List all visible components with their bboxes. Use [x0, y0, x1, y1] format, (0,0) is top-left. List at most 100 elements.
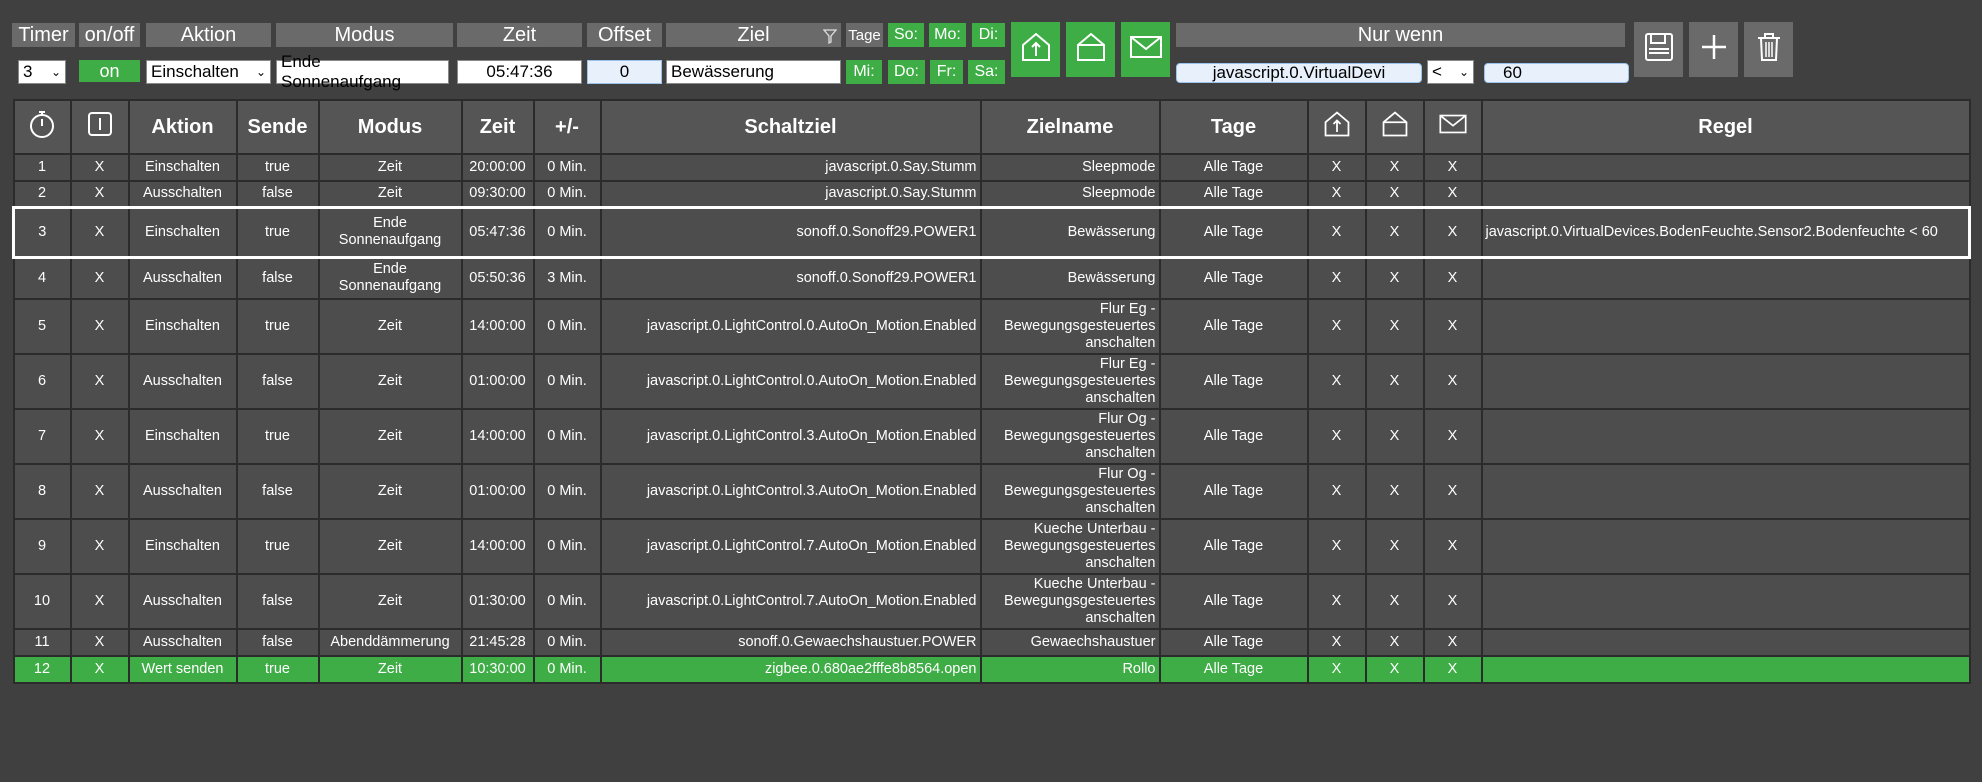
cell-home: X — [1364, 408, 1425, 465]
cell-offset: 0 Min. — [532, 298, 602, 355]
table-row[interactable]: 3 X Einschalten true Ende Sonnenaufgang 05:47… — [12, 205, 1971, 259]
cell-modus: Zeit — [317, 408, 463, 465]
cell-sunrise: X — [1306, 153, 1367, 182]
header-aktion: Aktion — [127, 99, 238, 155]
zeit-field[interactable]: 05:47:36 — [457, 60, 582, 84]
cell-home: X — [1364, 205, 1425, 259]
cell-sende: true — [235, 518, 320, 575]
condition-state-field[interactable]: javascript.0.VirtualDevi — [1176, 63, 1422, 83]
onoff-button[interactable]: on — [79, 60, 140, 82]
cell-mail: X — [1422, 628, 1483, 657]
modus-field[interactable]: Ende Sonnenaufgang — [276, 52, 449, 91]
ziel-field[interactable]: Bewässerung — [666, 60, 841, 84]
table-row[interactable]: 4 X Ausschalten false Ende Sonnenaufgang 05:5… — [12, 256, 1971, 300]
cell-mail: X — [1422, 205, 1483, 259]
timer-select[interactable]: 3 ⌄ — [18, 60, 66, 84]
cell-mail: X — [1422, 408, 1483, 465]
table-row[interactable]: 10 X Ausschalten false Zeit 01:30:00 0 Min. jav… — [12, 573, 1971, 630]
mail-icon — [1438, 113, 1468, 141]
condition-value-field[interactable]: 60 — [1484, 63, 1629, 83]
day-toggle-sa[interactable]: Sa: — [968, 60, 1005, 84]
cell-zeit: 01:00:00 — [460, 463, 535, 520]
cell-aktion: Einschalten — [127, 298, 238, 355]
table-row[interactable]: 1 X Einschalten true Zeit 20:00:00 0 Min. javas… — [12, 153, 1971, 182]
header-offset: +/- — [532, 99, 602, 155]
day-toggle-di[interactable]: Di: — [972, 23, 1005, 47]
cell-aktion: Ausschalten — [127, 180, 238, 208]
cell-nr: 7 — [12, 408, 72, 465]
cell-enabled: X — [69, 655, 130, 684]
condition-operator-select[interactable]: < ⌄ — [1427, 60, 1474, 84]
cell-enabled: X — [69, 463, 130, 520]
power-toggle-icon — [87, 111, 113, 143]
delete-button[interactable] — [1744, 22, 1793, 77]
cell-sende: true — [235, 298, 320, 355]
save-button[interactable] — [1634, 22, 1683, 77]
filter-icon[interactable] — [822, 27, 838, 50]
table-row[interactable]: 12 X Wert senden true Zeit 10:30:00 0 Min. zigb… — [12, 655, 1971, 684]
table-row[interactable]: 2 X Ausschalten false Zeit 09:30:00 0 Min. java… — [12, 180, 1971, 208]
day-toggle-mo[interactable]: Mo: — [929, 23, 966, 47]
cell-home: X — [1364, 298, 1425, 355]
header-zielname: Zielname — [979, 99, 1161, 155]
nur-wenn-label: Nur wenn — [1176, 23, 1625, 47]
cell-tage: Alle Tage — [1158, 205, 1309, 259]
cell-sunrise: X — [1306, 298, 1367, 355]
cell-tage: Alle Tage — [1158, 353, 1309, 410]
cell-modus: Zeit — [317, 298, 463, 355]
cell-mail: X — [1422, 256, 1483, 300]
table-row[interactable]: 6 X Ausschalten false Zeit 01:00:00 0 Min. java… — [12, 353, 1971, 410]
cell-offset: 0 Min. — [532, 353, 602, 410]
cell-enabled: X — [69, 153, 130, 182]
cell-tage: Alle Tage — [1158, 180, 1309, 208]
cell-nr: 8 — [12, 463, 72, 520]
modus-label: Modus — [276, 23, 453, 47]
table-row[interactable]: 9 X Einschalten true Zeit 14:00:00 0 Min. javas… — [12, 518, 1971, 575]
cell-schaltziel: javascript.0.LightControl.7.AutoOn_Motio… — [599, 573, 982, 630]
table-row[interactable]: 5 X Einschalten true Zeit 14:00:00 0 Min. javas… — [12, 298, 1971, 355]
header-zeit: Zeit — [460, 99, 535, 155]
day-toggle-do[interactable]: Do: — [888, 60, 925, 84]
cell-sende: true — [235, 153, 320, 182]
cell-zeit: 10:30:00 — [460, 655, 535, 684]
cell-aktion: Ausschalten — [127, 353, 238, 410]
day-toggle-mi[interactable]: Mi: — [846, 60, 882, 84]
notify-mail-button[interactable] — [1121, 22, 1170, 77]
cell-tage: Alle Tage — [1158, 463, 1309, 520]
cell-offset: 0 Min. — [532, 180, 602, 208]
table-row[interactable]: 8 X Ausschalten false Zeit 01:00:00 0 Min. java… — [12, 463, 1971, 520]
cell-mail: X — [1422, 573, 1483, 630]
table-row[interactable]: 7 X Einschalten true Zeit 14:00:00 0 Min. javas… — [12, 408, 1971, 465]
cell-zielname: Kueche Unterbau - Bewegungsgesteuertes a… — [979, 573, 1161, 630]
cell-tage: Alle Tage — [1158, 518, 1309, 575]
cell-offset: 0 Min. — [532, 153, 602, 182]
cell-nr: 12 — [12, 655, 72, 684]
day-toggle-fr[interactable]: Fr: — [930, 60, 963, 84]
cell-zielname: Flur Eg - Bewegungsgesteuertes anschalte… — [979, 353, 1161, 410]
notify-sunrise-button[interactable] — [1011, 22, 1060, 77]
cell-mail: X — [1422, 518, 1483, 575]
house-arrow-up-icon — [1019, 30, 1053, 69]
cell-sunrise: X — [1306, 180, 1367, 208]
cell-enabled: X — [69, 205, 130, 259]
cell-schaltziel: sonoff.0.Sonoff29.POWER1 — [599, 205, 982, 259]
cell-aktion: Wert senden — [127, 655, 238, 684]
mail-icon — [1129, 34, 1163, 65]
offset-field[interactable]: 0 — [587, 60, 662, 84]
header-regel: Regel — [1480, 99, 1971, 155]
cell-offset: 0 Min. — [532, 655, 602, 684]
cell-sunrise: X — [1306, 353, 1367, 410]
aktion-select[interactable]: Einschalten ⌄ — [146, 60, 271, 84]
add-button[interactable] — [1689, 22, 1738, 77]
cell-zielname: Flur Eg - Bewegungsgesteuertes anschalte… — [979, 298, 1161, 355]
cell-modus: Ende Sonnenaufgang — [317, 256, 463, 300]
cell-enabled: X — [69, 518, 130, 575]
cell-aktion: Einschalten — [127, 205, 238, 259]
cell-tage: Alle Tage — [1158, 256, 1309, 300]
cell-home: X — [1364, 518, 1425, 575]
table-row[interactable]: 11 X Ausschalten false Abenddämmerung 21:45:2… — [12, 628, 1971, 657]
cell-offset: 0 Min. — [532, 573, 602, 630]
day-toggle-so[interactable]: So: — [888, 23, 924, 47]
cell-schaltziel: javascript.0.LightControl.7.AutoOn_Motio… — [599, 518, 982, 575]
notify-home-button[interactable] — [1066, 22, 1115, 77]
